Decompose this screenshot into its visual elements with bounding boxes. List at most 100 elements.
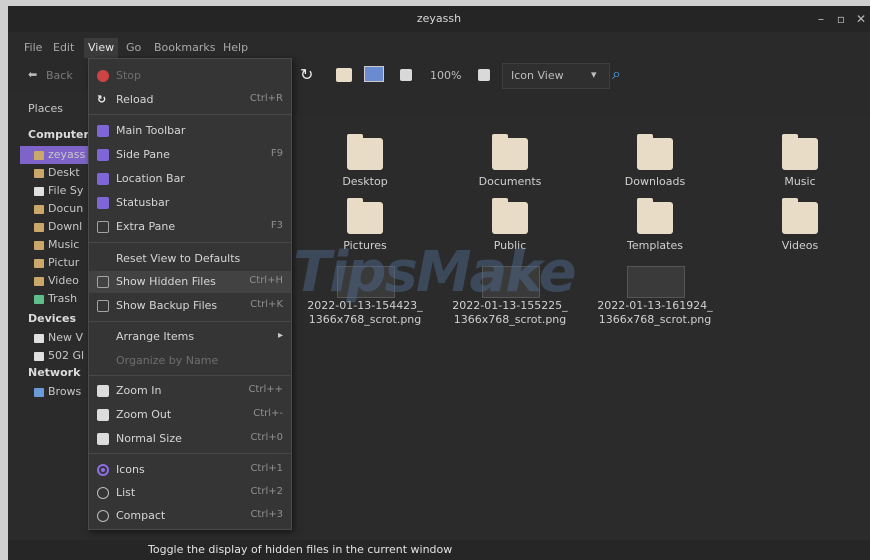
view-mode-select[interactable]: Icon View ▾ bbox=[502, 63, 610, 89]
device-502[interactable]: 502 Gl bbox=[48, 349, 84, 362]
devices-section: Devices bbox=[28, 312, 77, 325]
radio-unselected-icon bbox=[97, 487, 109, 499]
menu-item-icons[interactable]: Icons Ctrl+1 bbox=[89, 459, 291, 481]
image-thumbnail[interactable] bbox=[627, 266, 685, 298]
menu-file[interactable]: File bbox=[24, 41, 42, 54]
menu-item-label: Zoom Out bbox=[116, 408, 172, 421]
menu-edit[interactable]: Edit bbox=[53, 41, 74, 54]
home-folder-icon[interactable] bbox=[336, 68, 352, 82]
file-shot2-line2[interactable]: 1366x768_scrot.png bbox=[450, 313, 570, 326]
back-arrow-icon[interactable]: ⬅ bbox=[28, 68, 37, 81]
menu-item-label: Icons bbox=[116, 463, 145, 476]
place-desktop[interactable]: Deskt bbox=[48, 166, 80, 179]
menu-item-reset-view[interactable]: Reset View to Defaults bbox=[89, 248, 291, 270]
device-new-volume[interactable]: New V bbox=[48, 331, 83, 344]
menu-item-accel: Ctrl+3 bbox=[250, 509, 283, 520]
places-header[interactable]: Places bbox=[28, 102, 63, 115]
menu-item-accel: Ctrl+H bbox=[249, 275, 283, 286]
trash-icon bbox=[34, 295, 44, 304]
file-videos[interactable]: Videos bbox=[740, 239, 860, 252]
place-videos[interactable]: Video bbox=[48, 274, 79, 287]
file-shot3-line2[interactable]: 1366x768_scrot.png bbox=[595, 313, 715, 326]
menu-item-main-toolbar[interactable]: Main Toolbar bbox=[89, 120, 291, 142]
menu-help[interactable]: Help bbox=[223, 41, 248, 54]
computer-section: Computer bbox=[28, 128, 89, 141]
file-desktop[interactable]: Desktop bbox=[305, 175, 425, 188]
place-pictures[interactable]: Pictur bbox=[48, 256, 79, 269]
file-music[interactable]: Music bbox=[740, 175, 860, 188]
search-icon[interactable]: ⌕ bbox=[612, 64, 621, 84]
menu-item-arrange[interactable]: Arrange Items ▸ bbox=[89, 326, 291, 348]
checkbox-checked-icon bbox=[97, 149, 109, 161]
menu-item-location-bar[interactable]: Location Bar bbox=[89, 168, 291, 190]
folder-icon[interactable] bbox=[782, 134, 818, 170]
menu-item-label: Stop bbox=[116, 69, 142, 82]
menu-item-zoom-out[interactable]: Zoom Out Ctrl+- bbox=[89, 404, 291, 426]
stop-icon bbox=[97, 70, 109, 82]
zoom-out-icon[interactable] bbox=[400, 69, 412, 81]
back-button[interactable]: Back bbox=[46, 69, 73, 82]
menu-item-compact[interactable]: Compact Ctrl+3 bbox=[89, 505, 291, 527]
place-home[interactable]: zeyass bbox=[48, 148, 85, 161]
menu-item-stop[interactable]: Stop bbox=[89, 65, 291, 87]
menu-item-label: List bbox=[116, 486, 136, 499]
maximize-icon[interactable]: ▫ bbox=[834, 12, 848, 26]
folder-icon[interactable] bbox=[347, 134, 383, 170]
folder-icon bbox=[34, 205, 44, 214]
place-downloads[interactable]: Downl bbox=[48, 220, 82, 233]
menu-item-accel: Ctrl+K bbox=[250, 299, 283, 310]
file-shot1-line2[interactable]: 1366x768_scrot.png bbox=[305, 313, 425, 326]
menu-item-organize[interactable]: Organize by Name bbox=[89, 350, 291, 372]
menu-view[interactable]: View bbox=[84, 38, 119, 58]
window-title: zeyassh bbox=[416, 12, 462, 25]
folder-icon[interactable] bbox=[637, 134, 673, 170]
file-downloads[interactable]: Downloads bbox=[595, 175, 715, 188]
folder-icon[interactable] bbox=[637, 198, 673, 234]
menu-item-label: Arrange Items bbox=[116, 330, 195, 343]
file-shot3-line1[interactable]: 2022-01-13-161924_ bbox=[595, 299, 715, 312]
close-icon[interactable]: ✕ bbox=[854, 12, 868, 26]
reload-icon[interactable]: ↻ bbox=[300, 65, 313, 84]
menu-item-reload[interactable]: ↻ Reload Ctrl+R bbox=[89, 89, 291, 111]
zoom-in-icon bbox=[97, 385, 109, 397]
folder-icon[interactable] bbox=[492, 198, 528, 234]
menu-item-statusbar[interactable]: Statusbar bbox=[89, 192, 291, 214]
minimize-icon[interactable]: – bbox=[814, 12, 828, 26]
zoom-in-icon[interactable] bbox=[478, 69, 490, 81]
menu-item-side-pane[interactable]: Side Pane F9 bbox=[89, 144, 291, 166]
menu-item-show-hidden[interactable]: Show Hidden Files Ctrl+H bbox=[89, 271, 291, 293]
place-trash[interactable]: Trash bbox=[48, 292, 77, 305]
menu-item-label: Reset View to Defaults bbox=[116, 252, 241, 265]
folder-icon bbox=[34, 151, 44, 160]
status-text: Toggle the display of hidden files in th… bbox=[148, 543, 453, 556]
menu-item-accel: Ctrl+2 bbox=[250, 486, 283, 497]
chevron-down-icon: ▾ bbox=[591, 68, 597, 81]
menu-item-accel: Ctrl+R bbox=[249, 93, 283, 104]
checkbox-unchecked-icon bbox=[97, 276, 109, 288]
place-documents[interactable]: Docun bbox=[48, 202, 83, 215]
network-browse[interactable]: Brows bbox=[48, 385, 81, 398]
folder-icon[interactable] bbox=[492, 134, 528, 170]
chevron-right-icon: ▸ bbox=[277, 330, 283, 341]
folder-icon[interactable] bbox=[782, 198, 818, 234]
file-documents[interactable]: Documents bbox=[450, 175, 570, 188]
place-music[interactable]: Music bbox=[48, 238, 79, 251]
menu-item-list[interactable]: List Ctrl+2 bbox=[89, 482, 291, 504]
menu-go[interactable]: Go bbox=[126, 41, 141, 54]
file-templates[interactable]: Templates bbox=[595, 239, 715, 252]
menu-item-label: Zoom In bbox=[116, 384, 162, 397]
checkbox-unchecked-icon bbox=[97, 221, 109, 233]
menu-item-extra-pane[interactable]: Extra Pane F3 bbox=[89, 216, 291, 238]
folder-icon[interactable] bbox=[347, 198, 383, 234]
menu-item-accel: Ctrl+0 bbox=[250, 432, 283, 443]
menu-bookmarks[interactable]: Bookmarks bbox=[154, 41, 215, 54]
computer-icon[interactable] bbox=[364, 66, 384, 82]
menu-item-zoom-in[interactable]: Zoom In Ctrl++ bbox=[89, 380, 291, 402]
menu-item-normal-size[interactable]: Normal Size Ctrl+0 bbox=[89, 428, 291, 450]
menu-item-show-backup[interactable]: Show Backup Files Ctrl+K bbox=[89, 295, 291, 317]
view-mode-value: Icon View bbox=[511, 69, 564, 82]
menu-item-label: Location Bar bbox=[116, 172, 185, 185]
menu-separator bbox=[89, 114, 291, 115]
folder-icon bbox=[34, 241, 44, 250]
place-filesystem[interactable]: File Sy bbox=[48, 184, 83, 197]
